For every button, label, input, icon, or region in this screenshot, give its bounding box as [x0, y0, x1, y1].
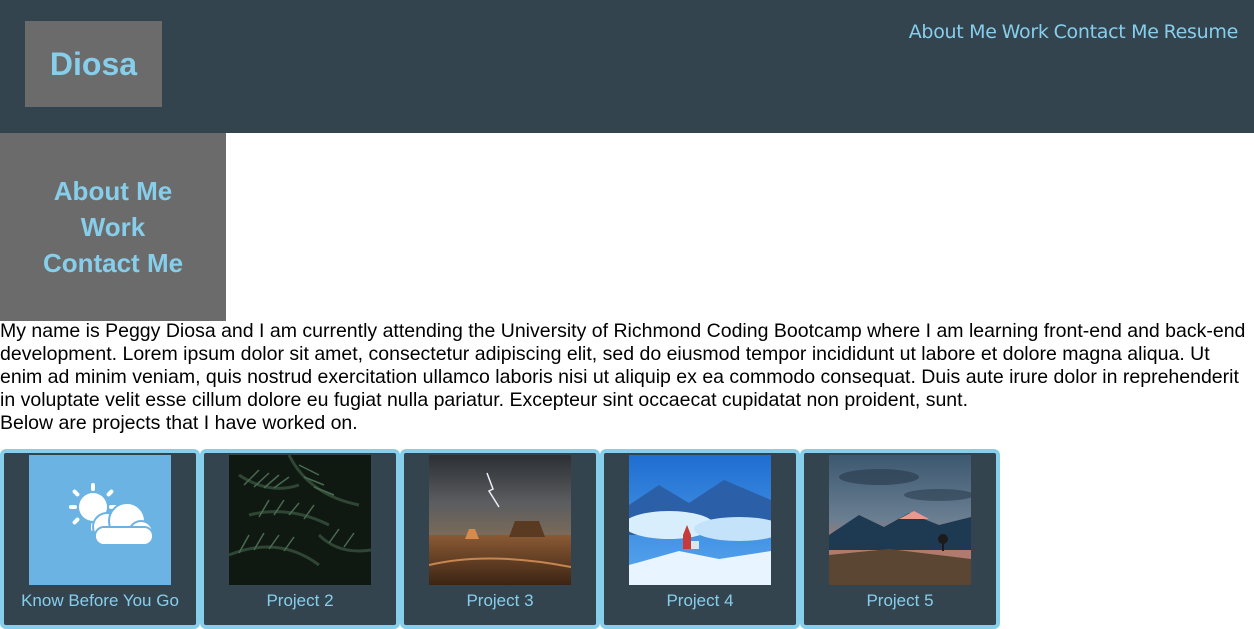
sidebar-item-contact-me[interactable]: Contact Me — [43, 245, 183, 281]
project-card[interactable]: Know Before You Go — [0, 449, 200, 629]
nav-link-about-me[interactable]: About Me — [909, 21, 997, 43]
desert-lightning-photo — [429, 455, 571, 585]
project-card[interactable]: Project 5 — [800, 449, 1000, 629]
project-label[interactable]: Project 5 — [804, 591, 996, 611]
project-card[interactable]: Project 3 — [400, 449, 600, 629]
bio-section: My name is Peggy Diosa and I am currentl… — [0, 320, 1254, 435]
logo[interactable]: Diosa — [25, 21, 162, 107]
sidebar-item-about-me[interactable]: About Me — [54, 173, 172, 209]
nav-link-resume[interactable]: Resume — [1164, 21, 1239, 43]
nav-link-work[interactable]: Work — [1002, 21, 1049, 43]
weather-sun-cloud-icon — [29, 455, 171, 585]
logo-text: Diosa — [49, 45, 138, 82]
project-label[interactable]: Know Before You Go — [4, 591, 196, 611]
project-label[interactable]: Project 3 — [404, 591, 596, 611]
project-label[interactable]: Project 4 — [604, 591, 796, 611]
top-nav: About Me Work Contact Me Resume — [909, 21, 1239, 43]
nav-link-contact-me[interactable]: Contact Me — [1054, 21, 1159, 43]
sidebar-item-work[interactable]: Work — [81, 209, 146, 245]
project-card[interactable]: Project 2 — [200, 449, 400, 629]
snowy-mountain-chapel-photo — [629, 455, 771, 585]
bio-paragraph: My name is Peggy Diosa and I am currentl… — [0, 320, 1246, 411]
project-card[interactable]: Project 4 — [600, 449, 800, 629]
sidebar-nav: About Me Work Contact Me — [0, 133, 226, 321]
palm-leaves-photo — [229, 455, 371, 585]
projects-intro: Below are projects that I have worked on… — [0, 412, 358, 434]
project-label[interactable]: Project 2 — [204, 591, 396, 611]
site-header: Diosa About Me Work Contact Me Resume — [0, 0, 1254, 133]
mountain-sunset-photo — [829, 455, 971, 585]
project-gallery: Know Before You Go Project 2 Project 3 P… — [0, 449, 1000, 629]
